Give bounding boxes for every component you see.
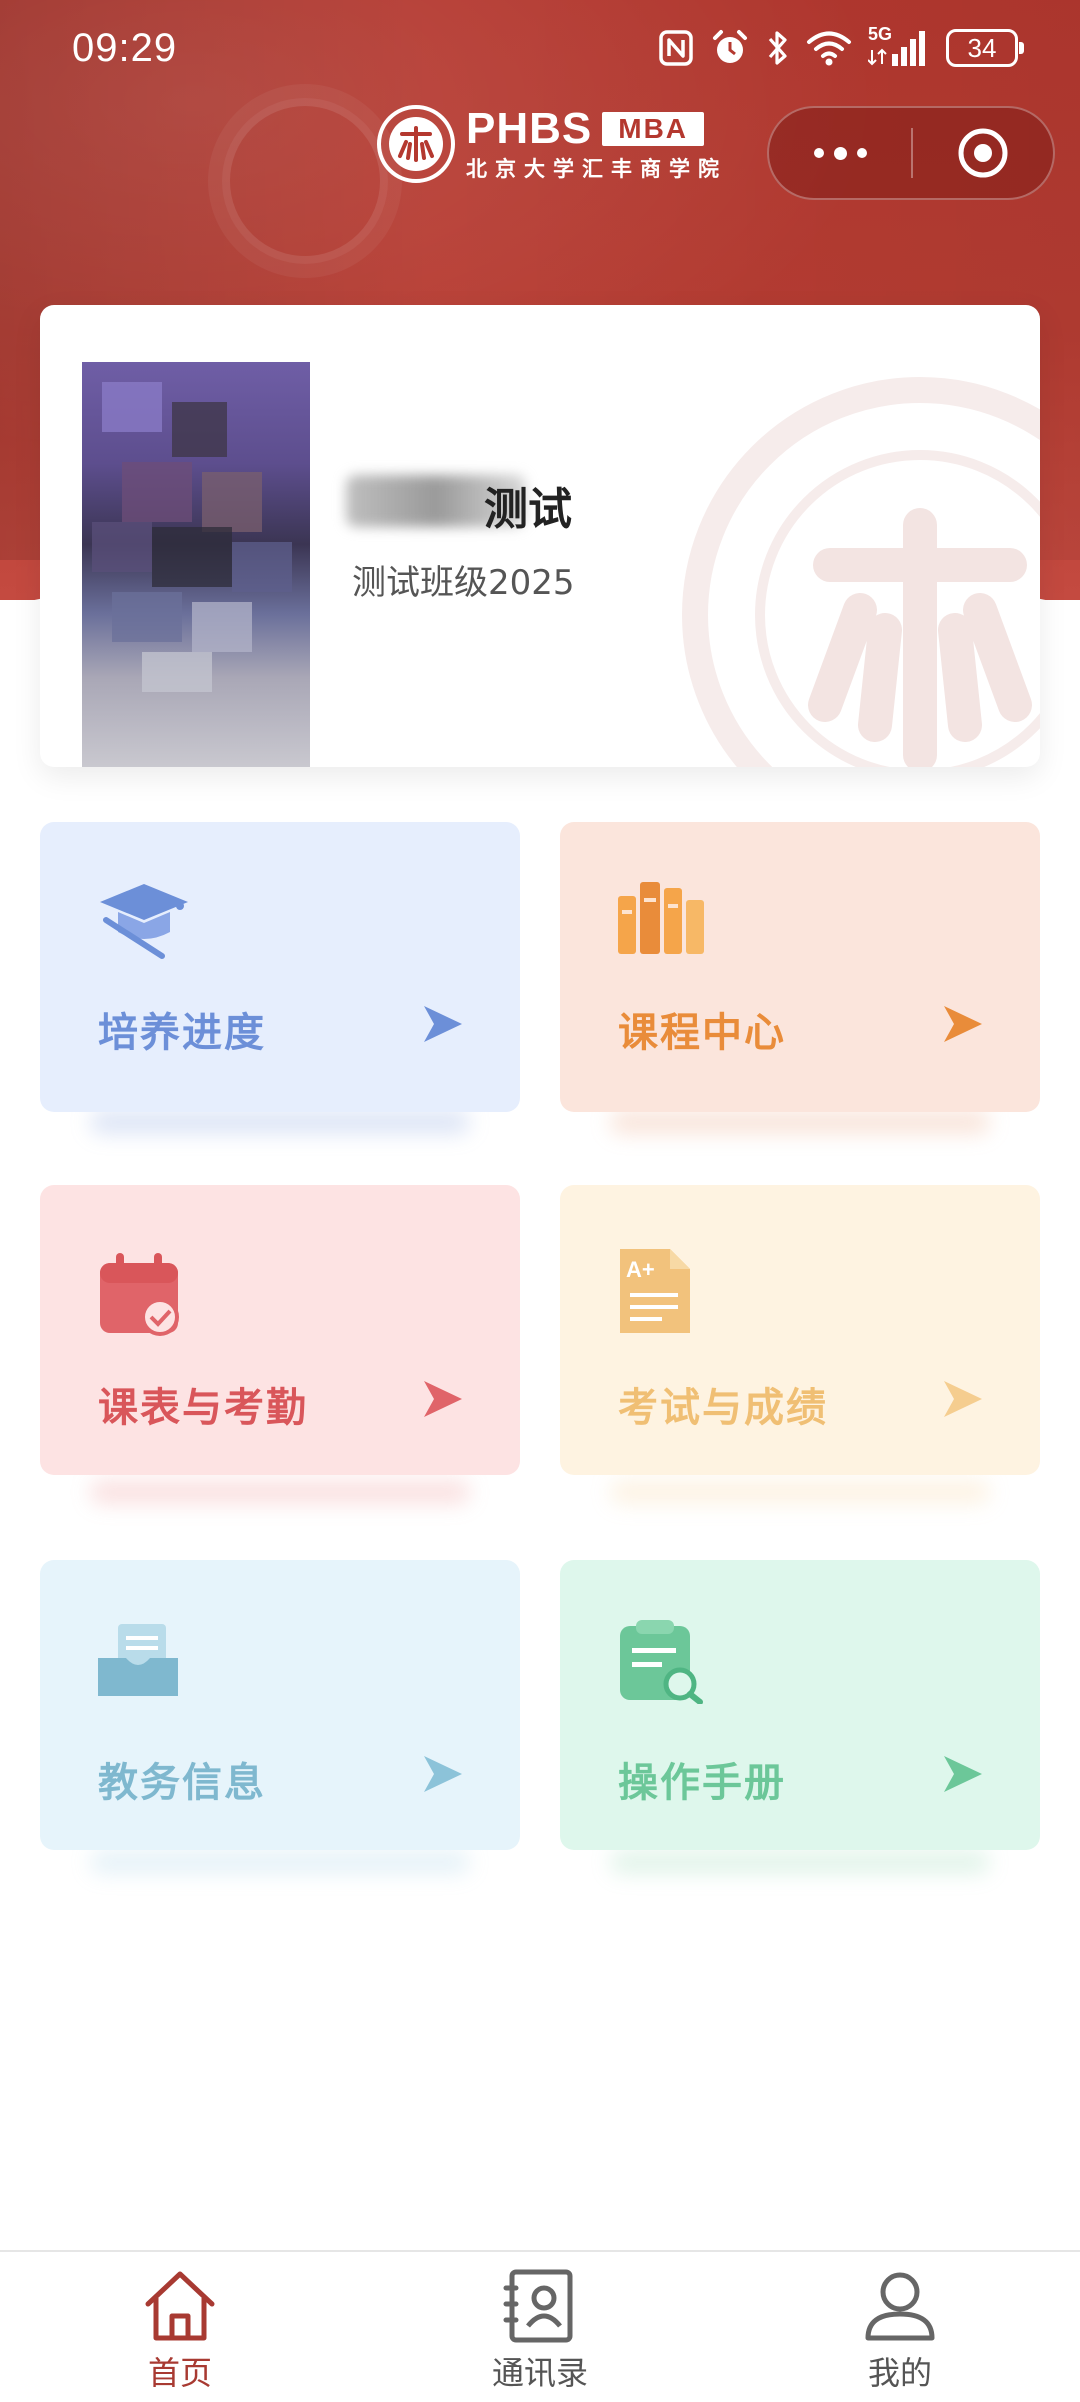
tile-shadow bbox=[610, 1110, 990, 1134]
tab-profile[interactable]: 我的 bbox=[800, 2268, 1000, 2394]
wifi-icon bbox=[807, 31, 851, 66]
menu-tile-schedule-attendance[interactable]: 课表与考勤 bbox=[40, 1185, 520, 1475]
more-dot-icon bbox=[813, 148, 824, 158]
tab-label: 我的 bbox=[867, 2354, 932, 2392]
battery-indicator: 34 bbox=[946, 29, 1024, 67]
status-icons: 5G 34 bbox=[658, 24, 1024, 68]
tab-home[interactable]: 首页 bbox=[80, 2268, 280, 2394]
pku-emblem-icon bbox=[377, 105, 455, 183]
pku-watermark-icon bbox=[682, 377, 1040, 767]
menu-label: 考试与成绩 bbox=[618, 1385, 828, 1431]
tile-shadow bbox=[610, 1850, 990, 1874]
graduation-cap-icon bbox=[100, 884, 188, 959]
profile-card[interactable]: 某某某测试 测试班级2025 bbox=[40, 305, 1040, 767]
menu-label: 课程中心 bbox=[618, 1010, 786, 1056]
arrow-right-icon bbox=[944, 1756, 982, 1792]
menu-label: 教务信息 bbox=[98, 1760, 266, 1806]
more-options-button[interactable] bbox=[769, 106, 911, 200]
books-icon bbox=[618, 882, 704, 954]
menu-label: 培养进度 bbox=[98, 1010, 266, 1056]
avatar bbox=[82, 362, 310, 767]
cellular-signal: 5G bbox=[868, 24, 930, 68]
status-bar: 09:29 5G 34 bbox=[0, 0, 1080, 100]
menu-label: 课表与考勤 bbox=[98, 1385, 308, 1431]
logo-brand: PHBS bbox=[466, 104, 593, 153]
tile-shadow bbox=[610, 1480, 990, 1504]
menu-tile-course-center[interactable]: 课程中心 bbox=[560, 822, 1040, 1112]
contacts-icon bbox=[503, 2269, 573, 2343]
more-dot-icon bbox=[833, 146, 847, 160]
tab-contacts[interactable]: 通讯录 bbox=[440, 2268, 640, 2394]
nfc-icon bbox=[659, 30, 693, 66]
school-logo: PHBS MBA 北京大学汇丰商学院 bbox=[376, 104, 727, 184]
svg-text:A+: A+ bbox=[626, 1257, 655, 1282]
home-icon bbox=[145, 2271, 215, 2341]
banner-seal-emblem bbox=[222, 98, 388, 264]
arrow-right-icon bbox=[424, 1006, 462, 1042]
menu-tile-user-manual[interactable]: 操作手册 bbox=[560, 1560, 1040, 1850]
status-time: 09:29 bbox=[72, 26, 178, 70]
signal-bars-icon bbox=[868, 31, 925, 66]
profile-icon bbox=[865, 2272, 935, 2341]
battery-level: 34 bbox=[967, 32, 997, 63]
arrow-right-icon bbox=[424, 1381, 462, 1417]
close-mini-program-button[interactable] bbox=[913, 106, 1053, 200]
tile-shadow bbox=[90, 1480, 470, 1504]
logo-subtitle: 北京大学汇丰商学院 bbox=[466, 157, 727, 181]
arrow-right-icon bbox=[944, 1006, 982, 1042]
menu-tile-academic-info[interactable]: 教务信息 bbox=[40, 1560, 520, 1850]
logo-badge: MBA bbox=[602, 112, 705, 146]
arrow-right-icon bbox=[424, 1756, 462, 1792]
arrow-right-icon bbox=[944, 1381, 982, 1417]
tile-shadow bbox=[90, 1850, 470, 1874]
class-name: 测试班级2025 bbox=[352, 563, 575, 603]
tile-shadow bbox=[90, 1110, 470, 1134]
target-close-icon bbox=[958, 128, 1008, 178]
mini-program-capsule bbox=[767, 106, 1055, 200]
tab-label: 通讯录 bbox=[491, 2354, 588, 2392]
student-name: 某某某测试 bbox=[484, 484, 572, 535]
menu-tile-exams-grades[interactable]: A+ 考试与成绩 bbox=[560, 1185, 1040, 1475]
bottom-tab-bar: 首页 通讯录 我的 bbox=[0, 2250, 1080, 2402]
more-dot-icon bbox=[856, 148, 867, 158]
tab-label: 首页 bbox=[147, 2354, 212, 2392]
bluetooth-icon bbox=[768, 31, 787, 65]
menu-label: 操作手册 bbox=[618, 1760, 786, 1806]
menu-tile-training-progress[interactable]: 培养进度 bbox=[40, 822, 520, 1112]
inbox-document-icon bbox=[98, 1624, 178, 1696]
clipboard-search-icon bbox=[620, 1620, 703, 1704]
calendar-check-icon bbox=[100, 1253, 179, 1336]
grade-document-icon: A+ bbox=[620, 1249, 690, 1333]
alarm-icon bbox=[713, 30, 747, 63]
